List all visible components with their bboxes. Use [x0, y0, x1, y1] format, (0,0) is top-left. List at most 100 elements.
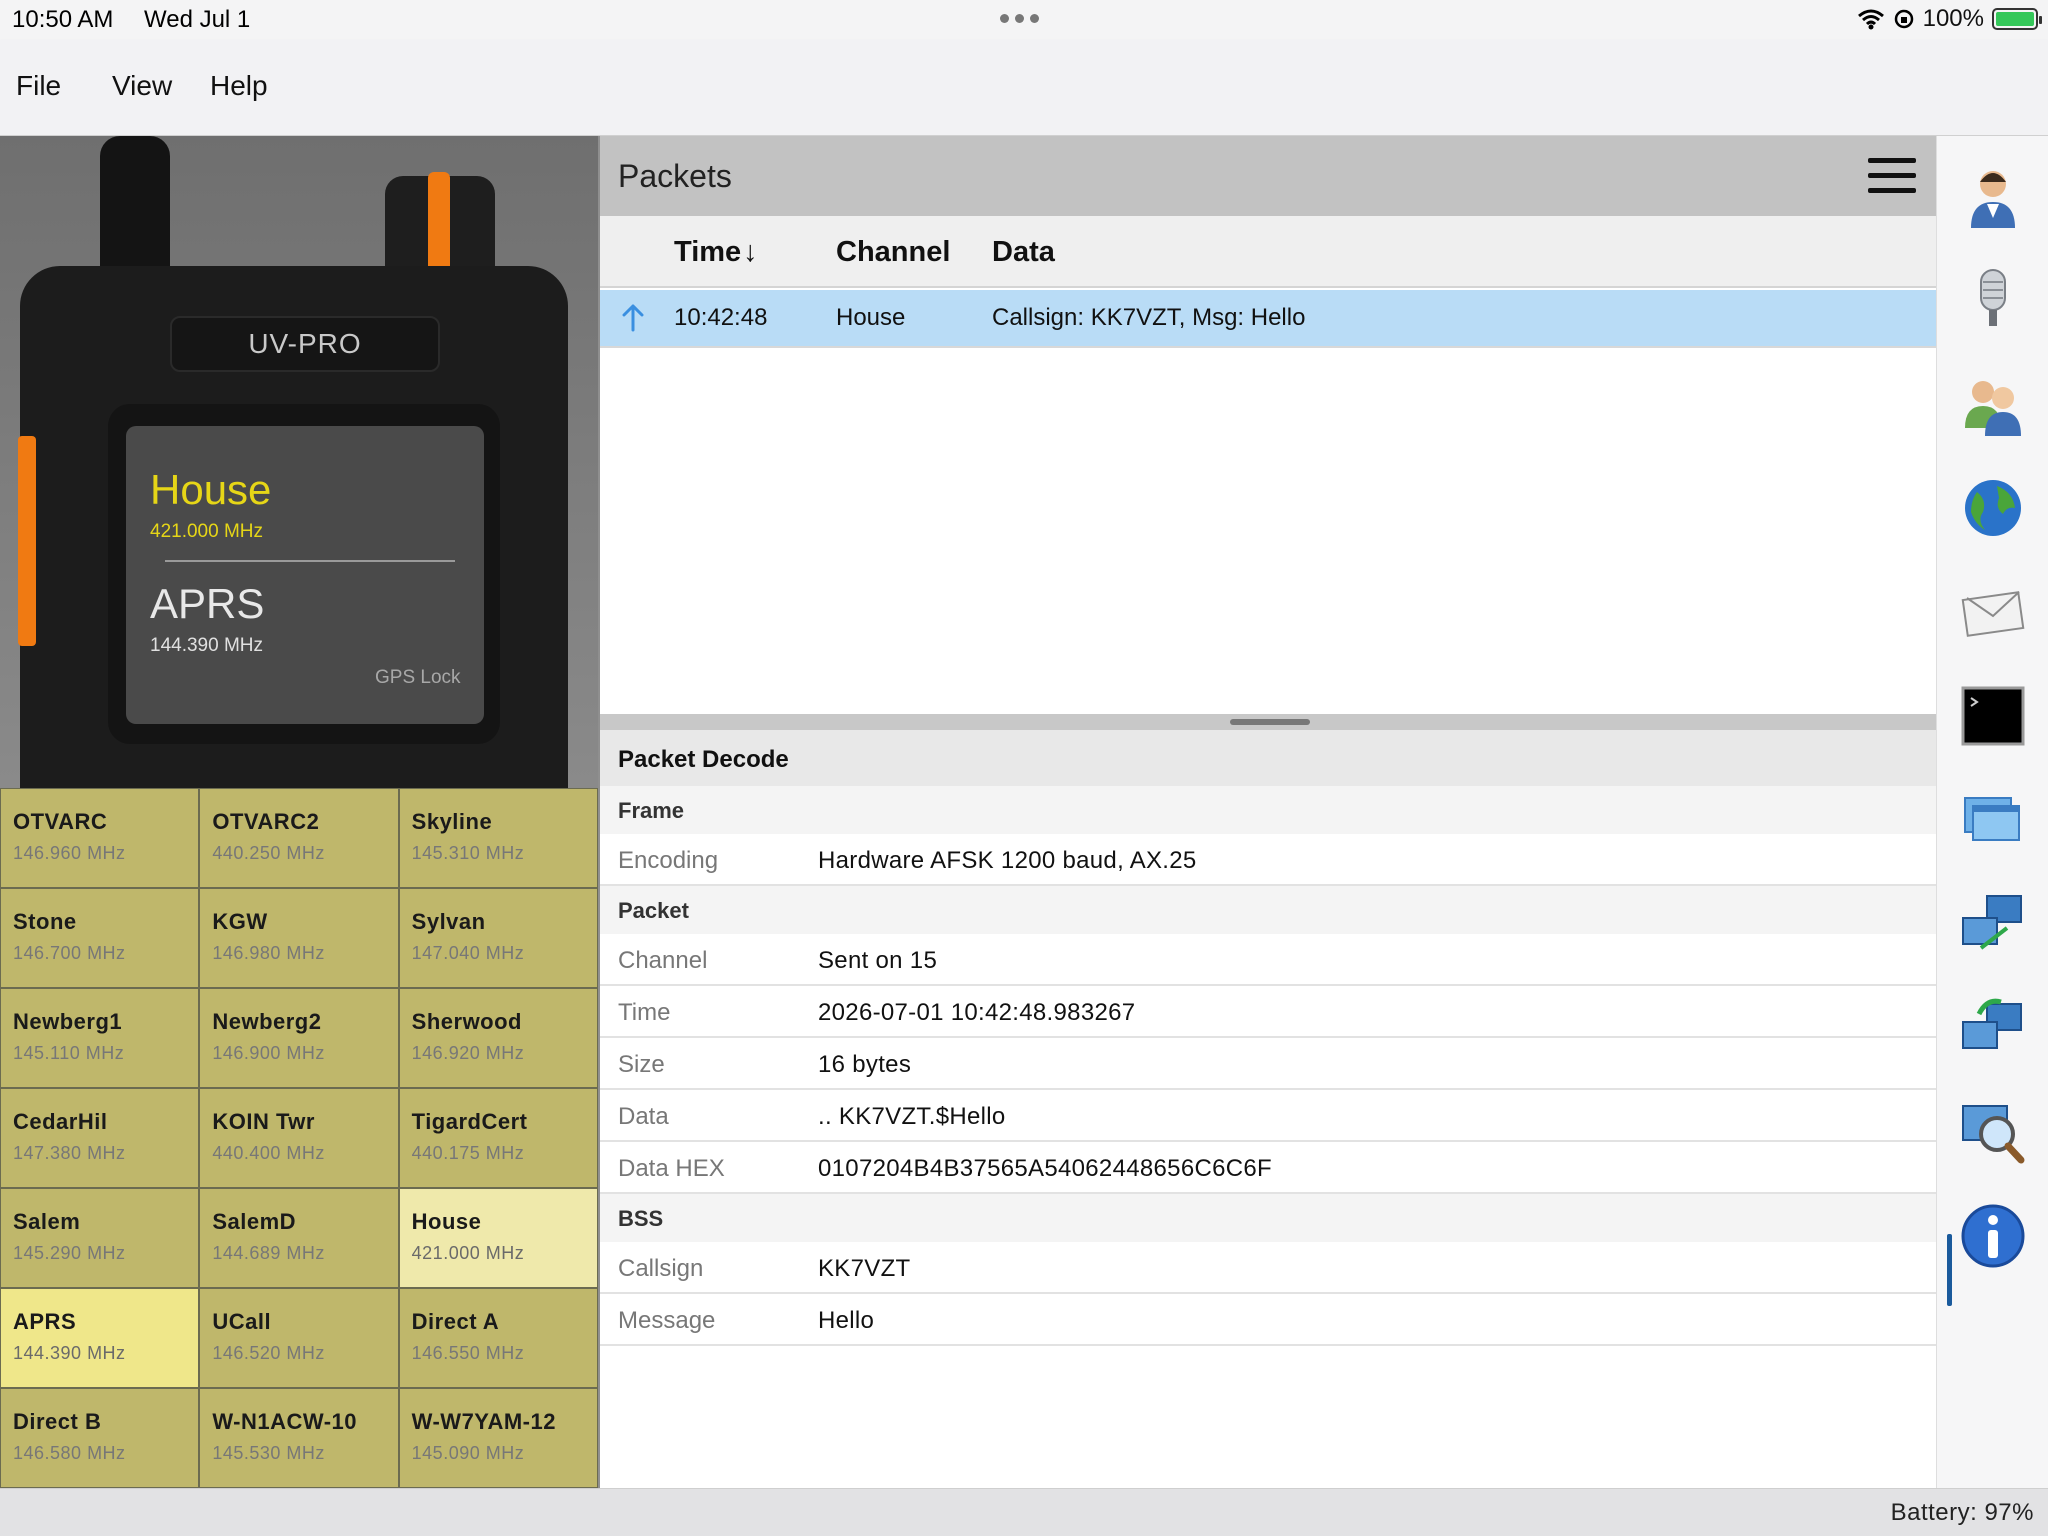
channel-button[interactable]: W-W7YAM-12 145.090 MHz	[399, 1389, 597, 1487]
channel-frequency: 146.700 MHz	[13, 943, 126, 963]
packets-header: Packets	[600, 136, 1936, 216]
decode-row: Channel Sent on 15	[600, 934, 1936, 986]
channel-button[interactable]: Sherwood 146.920 MHz	[399, 989, 597, 1087]
status-date: Wed Jul 1	[144, 6, 251, 33]
channel-button[interactable]: KOIN Twr 440.400 MHz	[200, 1089, 398, 1187]
channel-frequency: 146.520 MHz	[212, 1343, 325, 1363]
section-packet: Packet	[600, 886, 1936, 934]
decode-value: Hardware AFSK 1200 baud, AX.25	[818, 847, 1197, 874]
channel-button[interactable]: Salem 145.290 MHz	[1, 1189, 199, 1287]
network-icon[interactable]	[1957, 888, 2029, 960]
column-channel[interactable]: Channel	[836, 236, 950, 269]
channel-button[interactable]: OTVARC2 440.250 MHz	[200, 789, 398, 887]
packets-panel: Packets Time↓ Channel Data 10:42:48 Hous…	[598, 136, 1936, 1488]
column-data[interactable]: Data	[992, 236, 1055, 269]
channel-frequency: 146.580 MHz	[13, 1443, 126, 1463]
decode-key: Data	[618, 1103, 669, 1130]
table-row[interactable]: 10:42:48 House Callsign: KK7VZT, Msg: He…	[600, 290, 1936, 348]
channel-button[interactable]: W-N1ACW-10 145.530 MHz	[200, 1389, 398, 1487]
terminal-icon[interactable]	[1957, 680, 2029, 752]
decode-row: Encoding Hardware AFSK 1200 baud, AX.25	[600, 834, 1936, 886]
channel-name: KOIN Twr	[212, 1109, 315, 1134]
decode-key: Message	[618, 1307, 716, 1334]
panel-splitter[interactable]	[600, 714, 1936, 730]
channel-frequency: 440.400 MHz	[212, 1143, 325, 1163]
menu-file[interactable]: File	[16, 70, 61, 102]
channel-frequency: 146.960 MHz	[13, 843, 126, 863]
row-time: 10:42:48	[674, 304, 768, 331]
decode-value: Hello	[818, 1307, 875, 1334]
channel-name: Direct B	[13, 1409, 102, 1434]
channel-grid: OTVARC 146.960 MHz OTVARC2 440.250 MHz Sky…	[0, 788, 598, 1488]
row-channel: House	[836, 304, 906, 331]
channel-name: Newberg1	[13, 1009, 123, 1034]
packets-column-header: Time↓ Channel Data	[600, 216, 1936, 288]
orientation-lock-icon	[1894, 9, 1913, 29]
channel-name: Direct A	[411, 1309, 500, 1334]
channel-frequency: 144.689 MHz	[212, 1243, 325, 1263]
channel-button[interactable]: Newberg1 145.110 MHz	[1, 989, 199, 1087]
channel-frequency: 145.530 MHz	[212, 1443, 325, 1463]
channel-name: TigardCert	[411, 1109, 528, 1134]
screen-divider	[165, 560, 455, 562]
info-icon[interactable]	[1957, 1200, 2029, 1272]
status-time: 10:50 AM	[12, 6, 114, 33]
channel-button[interactable]: Sylvan 147.040 MHz	[399, 889, 597, 987]
decode-value: 0107204B4B37565A54062448656C6C6F	[818, 1155, 1272, 1182]
channel-frequency: 145.310 MHz	[411, 843, 525, 863]
decode-value: 2026-07-01 10:42:48.983267	[818, 999, 1136, 1026]
section-frame: Frame	[600, 786, 1936, 834]
decode-key: Size	[618, 1051, 665, 1078]
user-headset-icon[interactable]	[1957, 160, 2029, 232]
decode-title: Packet Decode	[600, 730, 1936, 786]
bottom-status-bar: Battery: 97%	[0, 1488, 2048, 1536]
gps-status: GPS Lock	[375, 667, 461, 688]
decode-key: Data HEX	[618, 1155, 725, 1182]
channel-button[interactable]: OTVARC 146.960 MHz	[1, 789, 199, 887]
channel-name: Sylvan	[411, 909, 486, 934]
menu-help[interactable]: Help	[210, 70, 268, 102]
radio-display-panel: UV-PRO House 421.000 MHz APRS 144.390 MH…	[0, 136, 598, 788]
mail-icon[interactable]	[1957, 576, 2029, 648]
channel-button-selected-b[interactable]: APRS 144.390 MHz	[1, 1289, 199, 1387]
decode-row: Size 16 bytes	[600, 1038, 1936, 1090]
contacts-icon[interactable]	[1957, 368, 2029, 440]
radio-model-label: UV-PRO	[170, 316, 440, 372]
multitasking-dots-icon[interactable]	[1000, 14, 1039, 23]
channel-button[interactable]: UCall 146.520 MHz	[200, 1289, 398, 1387]
battery-percent: 100%	[1922, 5, 1984, 32]
channel-name: W-W7YAM-12	[411, 1409, 556, 1434]
channel-button[interactable]: Direct A 146.550 MHz	[399, 1289, 597, 1387]
vfo-a-channel-name: House	[150, 466, 272, 513]
decode-key: Callsign	[618, 1255, 704, 1282]
decode-row: Callsign KK7VZT	[600, 1242, 1936, 1294]
hamburger-menu-icon[interactable]	[1868, 158, 1916, 194]
channel-button[interactable]: TigardCert 440.175 MHz	[399, 1089, 597, 1187]
channel-button[interactable]: SalemD 144.689 MHz	[200, 1189, 398, 1287]
column-time[interactable]: Time↓	[674, 236, 758, 269]
packet-decode: Packet Decode Frame Encoding Hardware AF…	[600, 730, 1936, 1346]
section-bss: BSS	[600, 1194, 1936, 1242]
globe-icon[interactable]	[1957, 472, 2029, 544]
network-sync-icon[interactable]	[1957, 992, 2029, 1064]
radio-battery-status: Battery: 97%	[1890, 1499, 2034, 1526]
decode-value: Sent on 15	[818, 947, 938, 974]
channel-button[interactable]: CedarHil 147.380 MHz	[1, 1089, 199, 1187]
vfo-a-frequency: 421.000 MHz	[150, 521, 264, 542]
channel-button[interactable]: Skyline 145.310 MHz	[399, 789, 597, 887]
row-data: Callsign: KK7VZT, Msg: Hello	[992, 304, 1306, 331]
microphone-icon[interactable]	[1957, 264, 2029, 336]
decode-value: KK7VZT	[818, 1255, 911, 1282]
channel-name: CedarHil	[13, 1109, 108, 1134]
packet-inspect-icon[interactable]	[1957, 1096, 2029, 1168]
channel-button[interactable]: Newberg2 146.900 MHz	[200, 989, 398, 1087]
menu-view[interactable]: View	[112, 70, 172, 102]
packets-title: Packets	[618, 158, 732, 194]
channel-frequency: 145.290 MHz	[13, 1243, 126, 1263]
channel-button[interactable]: Stone 146.700 MHz	[1, 889, 199, 987]
channel-button-selected-a[interactable]: House 421.000 MHz	[399, 1189, 597, 1287]
windows-icon[interactable]	[1957, 784, 2029, 856]
splitter-grip[interactable]	[1230, 719, 1310, 725]
channel-button[interactable]: KGW 146.980 MHz	[200, 889, 398, 987]
channel-button[interactable]: Direct B 146.580 MHz	[1, 1389, 199, 1487]
